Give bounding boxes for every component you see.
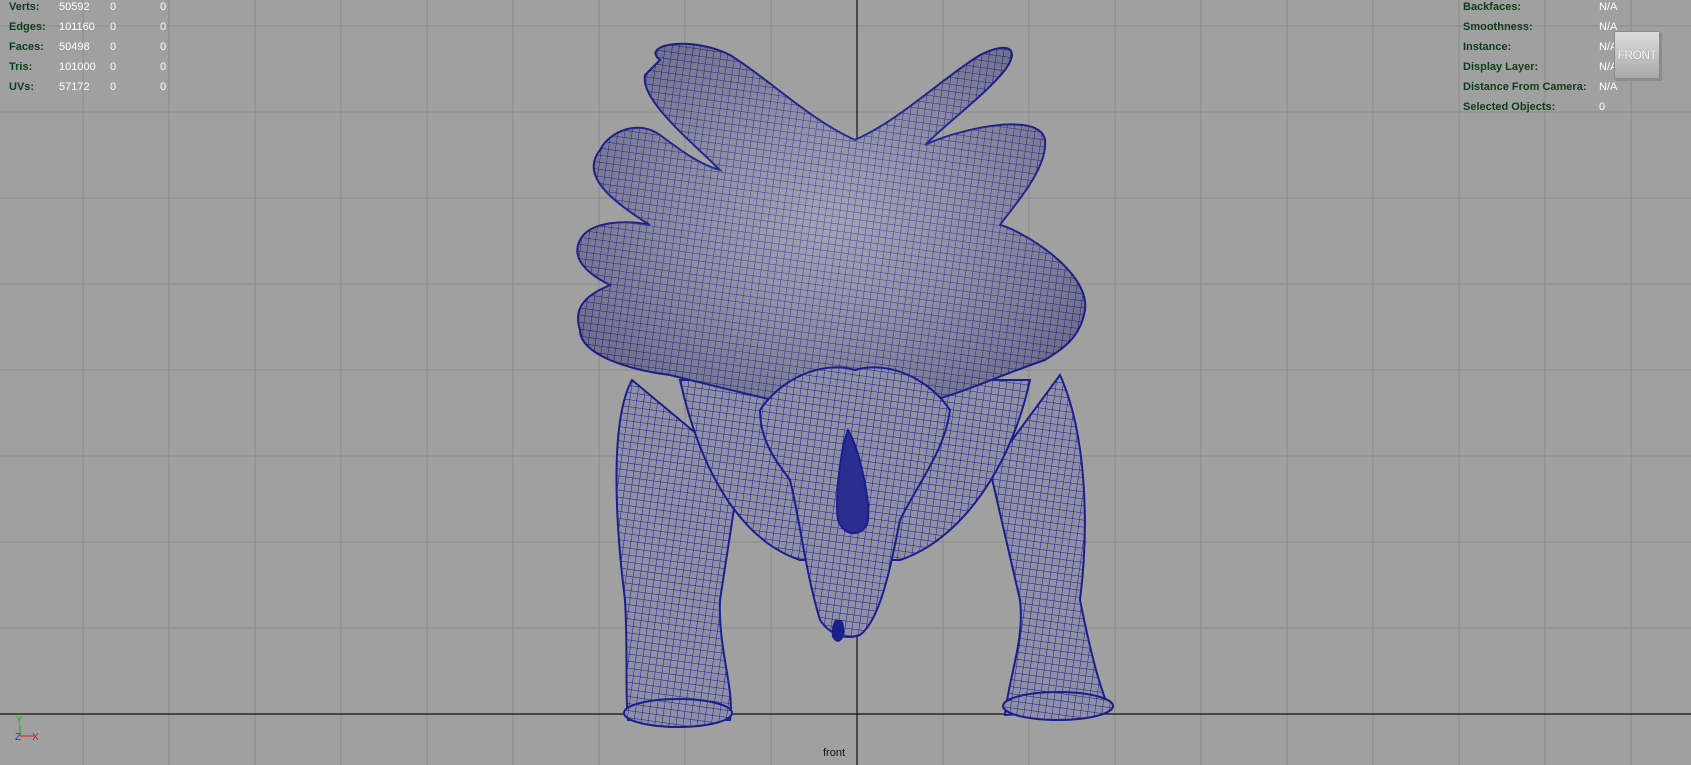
hud-value: N/A: [1599, 81, 1618, 93]
hud-value: 0: [1599, 101, 1606, 113]
hud-label: Faces:: [9, 41, 44, 53]
hud-label: UVs:: [9, 81, 35, 93]
hud-value-selected: 0: [110, 21, 117, 33]
viewport-canvas[interactable]: [0, 0, 1691, 765]
hud-value-object: 57172: [59, 81, 90, 93]
hud-value-selected: 0: [110, 1, 117, 13]
hud-value-component: 0: [160, 81, 167, 93]
hud-label: Selected Objects:: [1463, 101, 1556, 113]
hud-value-object: 50592: [59, 1, 90, 13]
hud-value-selected: 0: [110, 81, 117, 93]
hud-label: Smoothness:: [1463, 21, 1533, 33]
hud-label: Backfaces:: [1463, 1, 1522, 13]
hud-value-selected: 0: [110, 61, 117, 73]
hud-value: N/A: [1599, 1, 1618, 13]
hud-label: Instance:: [1463, 41, 1512, 53]
hud-value-component: 0: [160, 21, 167, 33]
axis-gizmo-icon: Y Z X: [15, 715, 39, 743]
view-cube-front[interactable]: FRONT: [1614, 31, 1660, 79]
hud-value-component: 0: [160, 41, 167, 53]
triceratops-wireframe[interactable]: [576, 42, 1114, 728]
axis-y-label: Y: [16, 715, 23, 726]
camera-name-label: front: [823, 747, 846, 759]
hud-label: Tris:: [9, 61, 33, 73]
hud-label: Display Layer:: [1463, 61, 1539, 73]
axis-z-label: Z: [15, 732, 21, 743]
hud-value-object: 101160: [59, 21, 95, 33]
hud-label: Distance From Camera:: [1463, 81, 1587, 93]
hud-value-object: 50498: [59, 41, 90, 53]
hud-value-component: 0: [160, 1, 167, 13]
hud-label: Verts:: [9, 1, 40, 13]
hud-value-object: 101000: [59, 61, 96, 73]
hud-value-component: 0: [160, 61, 167, 73]
hud-value-selected: 0: [110, 41, 117, 53]
hud-label: Edges:: [9, 21, 46, 33]
axis-x-label: X: [32, 732, 39, 743]
